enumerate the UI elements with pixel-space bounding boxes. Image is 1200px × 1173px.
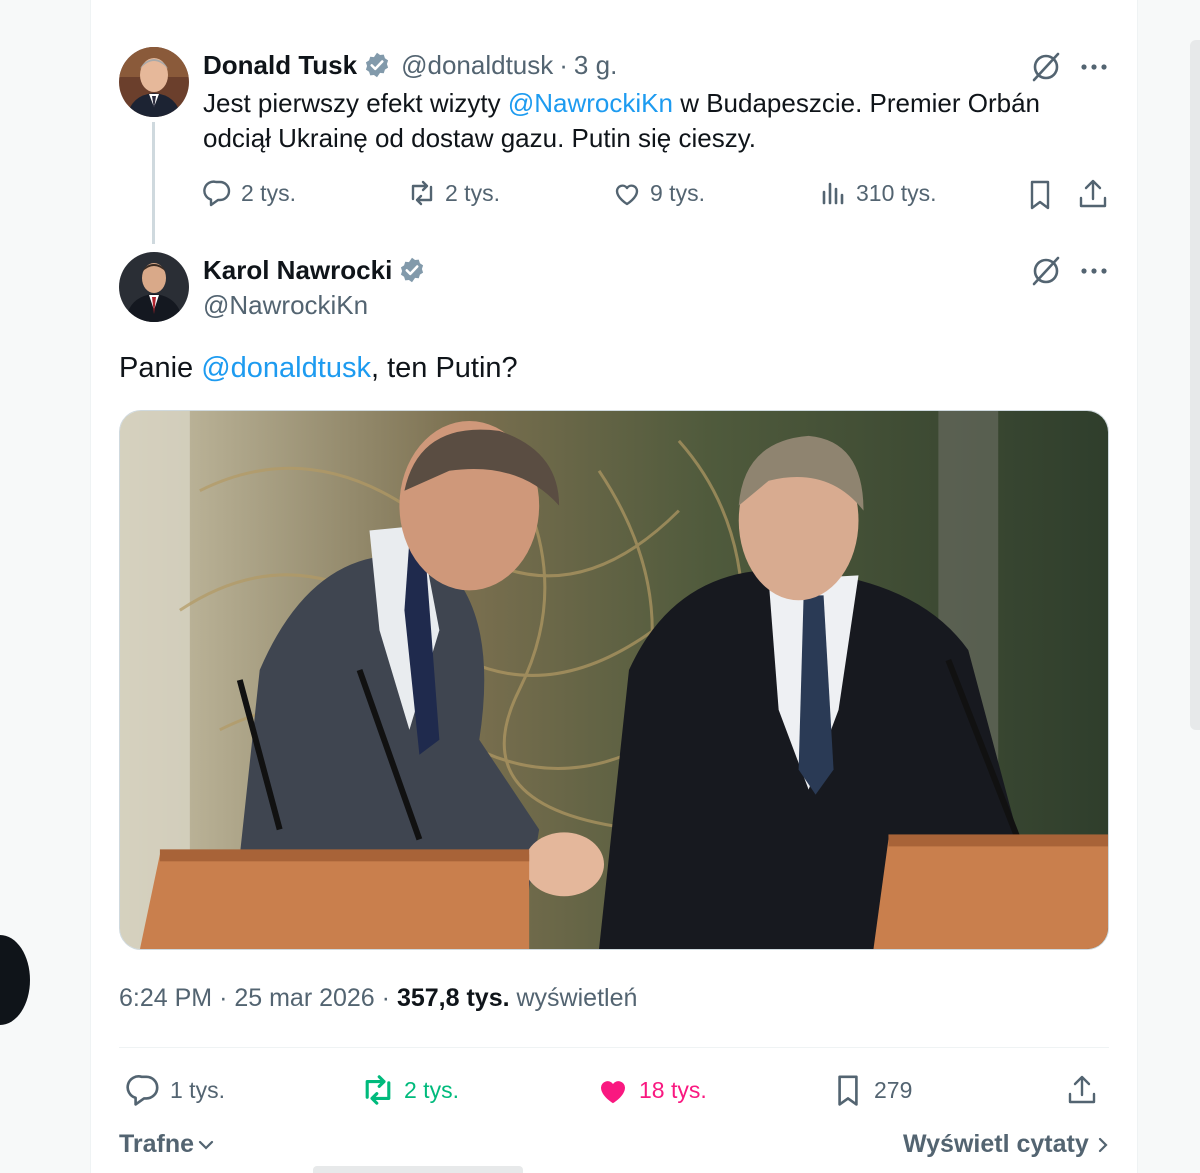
sort-replies-dropdown[interactable]: Trafne — [119, 1130, 216, 1159]
tweet-meta: 6:24 PM · 25 mar 2026 · 357,8 tys. wyświ… — [119, 984, 637, 1013]
more-icon[interactable] — [1077, 50, 1111, 84]
scrollbar[interactable] — [1190, 40, 1200, 730]
bookmark-button[interactable]: 279 — [830, 1072, 912, 1108]
retweet-button[interactable]: 2 tys. — [407, 178, 500, 208]
reply-count: 1 tys. — [170, 1076, 225, 1103]
bookmark-icon — [1030, 180, 1050, 210]
author-handle[interactable]: @donaldtusk — [401, 50, 553, 81]
share-icon — [1068, 1075, 1096, 1104]
separator-dot: · — [381, 984, 390, 1012]
reply-icon — [126, 1075, 159, 1106]
tweet2-header: Karol Nawrocki — [203, 253, 426, 287]
bookmark-icon — [838, 1075, 858, 1106]
side-panel-edge — [0, 935, 30, 1025]
tweet-date[interactable]: 25 mar 2026 — [234, 984, 374, 1012]
bookmark-count: 279 — [874, 1076, 913, 1103]
retweet-button[interactable]: 2 tys. — [360, 1072, 459, 1108]
divider — [119, 1047, 1109, 1048]
bottom-tab-fragment — [313, 1166, 523, 1173]
views-label: wyświetleń — [516, 984, 638, 1012]
like-button[interactable]: 9 tys. — [612, 178, 705, 208]
view-quotes-link[interactable]: Wyświetl cytaty — [903, 1130, 1113, 1159]
share-icon — [1079, 179, 1107, 208]
chevron-right-icon — [1098, 1137, 1108, 1152]
like-icon — [615, 184, 639, 206]
reply-button[interactable]: 1 tys. — [126, 1072, 225, 1108]
verified-badge-icon — [401, 257, 424, 283]
tweet-time[interactable]: 3 g. — [574, 50, 617, 81]
share-button[interactable] — [1065, 1073, 1099, 1107]
like-count: 9 tys. — [650, 179, 705, 206]
separator-dot: · — [559, 49, 568, 80]
tweet2-text-part: Panie — [119, 352, 202, 384]
author-name[interactable]: Karol Nawrocki — [203, 255, 392, 286]
views-icon — [822, 182, 844, 205]
share-button[interactable] — [1076, 177, 1110, 211]
reply-count: 2 tys. — [241, 179, 296, 206]
mention-link[interactable]: @donaldtusk — [201, 352, 371, 384]
chevron-down-icon — [198, 1140, 214, 1150]
thread-connector — [152, 122, 155, 244]
tweet-time[interactable]: 6:24 PM — [119, 984, 212, 1012]
like-button[interactable]: 18 tys. — [595, 1072, 707, 1108]
tweet-photo[interactable] — [119, 410, 1109, 950]
author-handle[interactable]: @NawrockiKn — [203, 290, 368, 321]
tweet1-text-part: Jest pierwszy efekt wizyty — [203, 88, 508, 118]
sort-label: Trafne — [119, 1130, 195, 1158]
bookmark-button[interactable] — [1023, 178, 1057, 212]
like-count: 18 tys. — [639, 1076, 707, 1103]
views-button[interactable]: 310 tys. — [818, 178, 937, 208]
views-count: 310 tys. — [856, 179, 937, 206]
mention-link[interactable]: @NawrockiKn — [508, 88, 673, 118]
views-total: 357,8 tys. — [396, 984, 510, 1012]
tweet2-text: Panie @donaldtusk, ten Putin? — [119, 350, 518, 386]
more-icon[interactable] — [1077, 254, 1111, 288]
avatar-donald-tusk[interactable] — [119, 47, 189, 117]
tweet1-header: Donald Tusk @donaldtusk · 3 g. — [203, 48, 617, 82]
grok-icon[interactable] — [1029, 254, 1063, 288]
tweet2-text-part: , ten Putin? — [370, 352, 518, 384]
retweet-icon — [365, 1075, 391, 1105]
reply-button[interactable]: 2 tys. — [203, 178, 296, 208]
verified-badge-icon — [366, 52, 389, 78]
header-text-fragment — [120, 0, 280, 6]
retweet-count: 2 tys. — [404, 1076, 459, 1103]
retweet-icon — [411, 180, 433, 206]
view-quotes-label: Wyświetl cytaty — [903, 1130, 1089, 1158]
grok-icon[interactable] — [1029, 50, 1063, 84]
separator-dot: · — [219, 984, 228, 1012]
retweet-count: 2 tys. — [445, 179, 500, 206]
like-icon — [601, 1081, 625, 1104]
tweet2-handle-row: @NawrockiKn — [203, 288, 368, 322]
tweet1-text: Jest pierwszy efekt wizyty @NawrockiKn w… — [203, 86, 1083, 156]
author-name[interactable]: Donald Tusk — [203, 50, 357, 81]
avatar-karol-nawrocki[interactable] — [119, 252, 189, 322]
reply-icon — [203, 180, 231, 207]
